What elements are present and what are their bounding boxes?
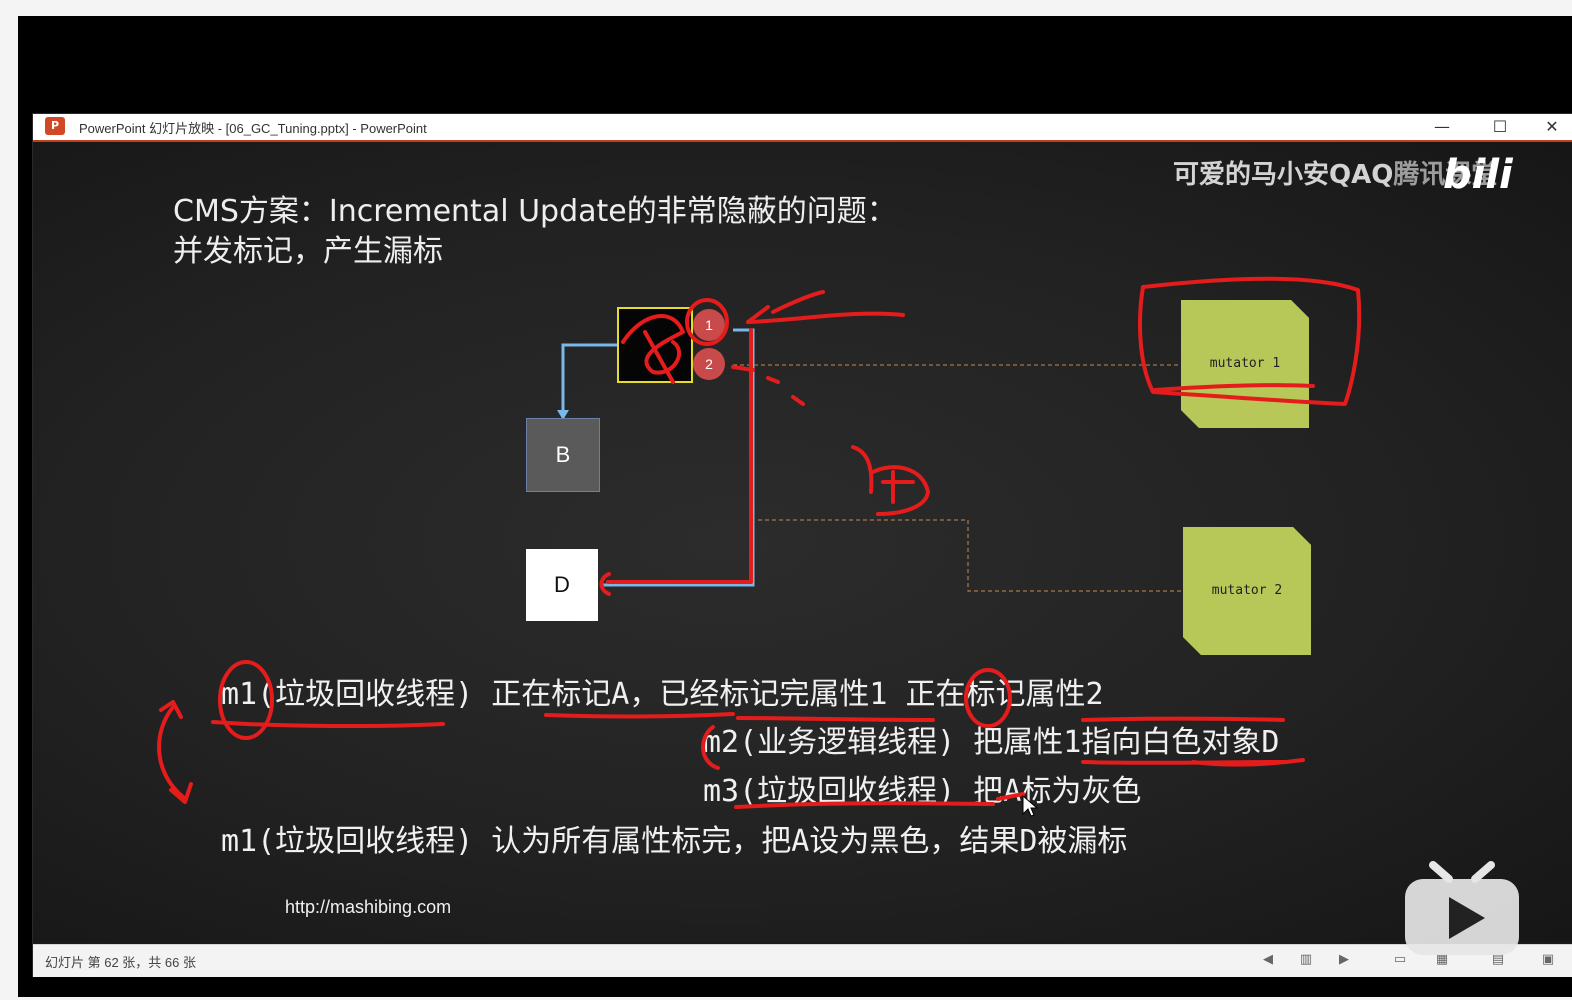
close-icon[interactable]: ✕ [1529, 114, 1572, 140]
powerpoint-logo-icon: P [45, 117, 65, 135]
video-player[interactable]: P PowerPoint 幻灯片放映 - [06_GC_Tuning.pptx]… [18, 16, 1572, 997]
prev-slide-icon[interactable]: ◀ [1259, 951, 1277, 969]
powerpoint-window: P PowerPoint 幻灯片放映 - [06_GC_Tuning.pptx]… [32, 113, 1572, 977]
pen-annotations [157, 276, 1362, 809]
circle-attr1-text-annotation [964, 668, 1012, 728]
bilibili-tv-play-icon[interactable] [1403, 861, 1521, 957]
title-bar: P PowerPoint 幻灯片放映 - [06_GC_Tuning.pptx]… [33, 114, 1572, 142]
bracket-m2-annotation [701, 725, 720, 770]
dotted-stroke-annotation [731, 365, 805, 406]
gray-char-annotation [851, 445, 930, 516]
red-link-to-d-annotation [599, 328, 753, 596]
underline-marking-annotation [544, 712, 935, 722]
underline-mutator1-annotation [1153, 383, 1315, 392]
next-slide-icon[interactable]: ▶ [1335, 951, 1353, 969]
maximize-icon[interactable]: ☐ [1477, 114, 1523, 140]
circle-attr1-annotation [685, 298, 729, 346]
slide-counter: 幻灯片 第 62 张，共 66 张 [45, 955, 196, 970]
presenter-icon[interactable]: ▣ [1539, 951, 1557, 969]
underline-white-object-annotation [1081, 758, 1305, 767]
slide-canvas[interactable]: CMS方案：Incremental Update的非常隐蔽的问题： 并发标记，产… [33, 142, 1572, 942]
window-title: PowerPoint 幻灯片放映 - [06_GC_Tuning.pptx] -… [79, 121, 427, 136]
mouse-cursor-icon [1022, 794, 1039, 817]
dash-m3-annotation [996, 792, 1025, 801]
underline-m3-annotation [734, 801, 995, 809]
loop-arrow-annotation [157, 700, 193, 804]
status-bar: 幻灯片 第 62 张，共 66 张 ◀ ▥ ▶ ▭ ▦ ▤ ▣ [33, 944, 1572, 977]
underline-gc-thread-annotation [211, 720, 445, 729]
minimize-icon[interactable]: — [1419, 114, 1465, 140]
arrow-to-attr1-annotation [746, 290, 905, 324]
scribble-black-label [621, 314, 685, 384]
underline-attr2-annotation [1081, 716, 1285, 722]
slide-sorter-icon[interactable]: ▥ [1297, 951, 1315, 969]
